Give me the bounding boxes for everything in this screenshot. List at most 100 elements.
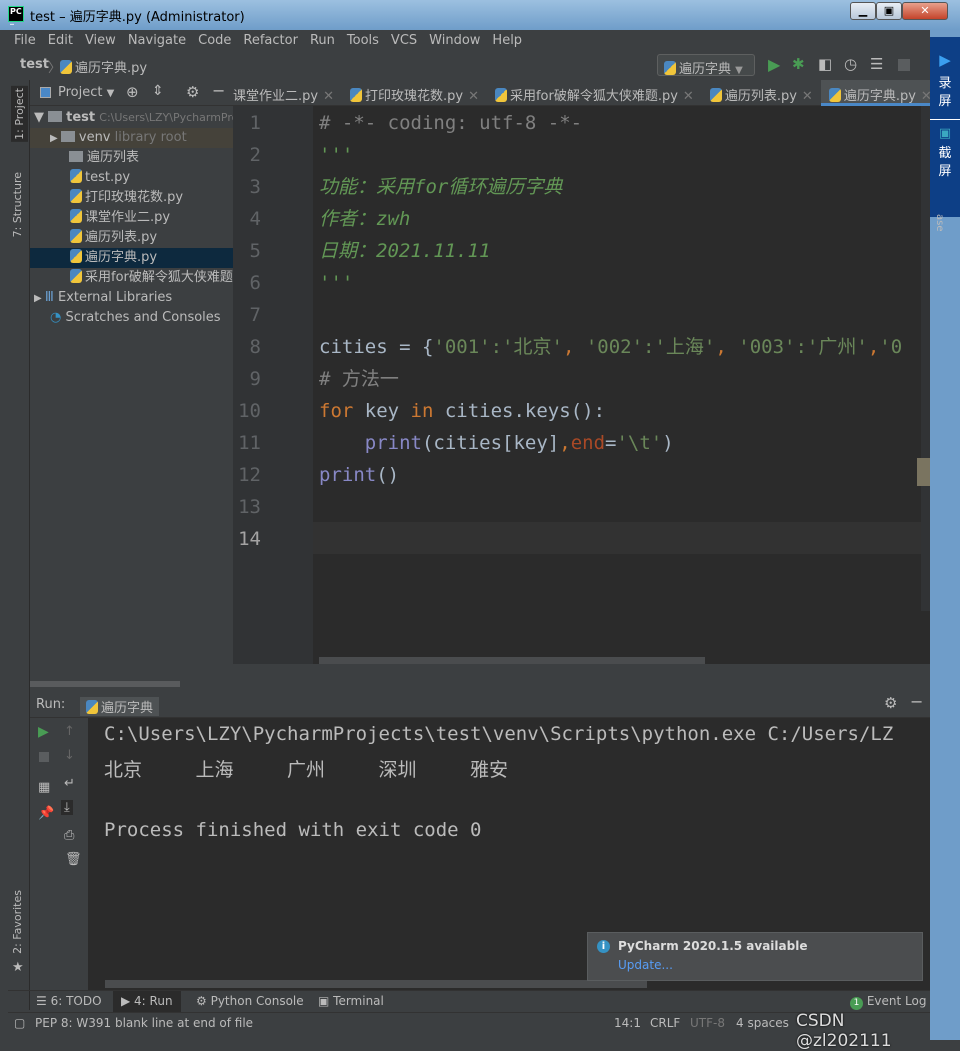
tool-favorites[interactable]: 2: Favorites <box>11 890 24 954</box>
info-icon: i <box>597 940 610 953</box>
menu-refactor[interactable]: Refactor <box>237 30 304 52</box>
tree-item-file-selected[interactable]: 遍历字典.py <box>30 248 233 268</box>
hide-icon[interactable]: − <box>910 692 923 711</box>
menu-edit[interactable]: Edit <box>42 30 79 52</box>
breadcrumb-project[interactable]: test <box>20 57 49 72</box>
screenshot-icon[interactable]: ▣ <box>930 119 960 141</box>
tab-file[interactable]: 课堂作业二.py ✕ <box>233 80 342 106</box>
update-link[interactable]: Update... <box>618 958 673 972</box>
error-stripe-marker[interactable] <box>917 458 930 486</box>
title-bar: PC _ test – 遍历字典.py (Administrator) ▁ ▣ ✕ <box>0 0 960 30</box>
run-config-select[interactable]: 遍历字典 ▼ <box>657 54 755 77</box>
maximize-button[interactable]: ▣ <box>876 2 902 20</box>
tree-item-external-libraries[interactable]: ▶ Ⅲ External Libraries <box>30 288 233 308</box>
expanded-arrow-icon: ▼ <box>34 110 49 125</box>
menu-view[interactable]: View <box>79 30 122 52</box>
hide-icon[interactable]: − <box>212 81 225 100</box>
menu-vcs[interactable]: VCS <box>385 30 423 52</box>
soft-wrap-icon[interactable]: ↵ <box>64 776 75 791</box>
tree-item-test[interactable]: ▼ test C:\Users\LZY\PycharmProjects\test <box>30 108 233 128</box>
profile-icon[interactable]: ◷ <box>844 55 857 73</box>
update-notification[interactable]: i PyCharm 2020.1.5 available Update... <box>587 932 923 981</box>
tool-structure[interactable]: 7: Structure <box>11 172 24 237</box>
menu-window[interactable]: Window <box>423 30 486 52</box>
tab-file[interactable]: 打印玫瑰花数.py ✕ <box>342 80 487 106</box>
project-view-select[interactable]: Project ▼ <box>58 85 114 100</box>
layout-icon[interactable]: ▦ <box>38 780 50 795</box>
chevron-down-icon: ▼ <box>735 65 743 76</box>
code-line-9: # 方法一 <box>319 368 399 390</box>
gear-icon[interactable]: ⚙ <box>884 694 897 712</box>
tree-item-file[interactable]: test.py <box>30 168 233 188</box>
print-icon[interactable]: ⎙ <box>64 828 74 843</box>
record-screen-button[interactable]: 录屏 <box>938 75 952 111</box>
line-separator[interactable]: CRLF <box>650 1016 680 1030</box>
run-toolbar: ▶ ↑ ↓ ▦ ↵ ⤓ 📌 ⎙ 🗑 <box>30 718 88 990</box>
code-line-1: # -*- coding: utf-8 -*- <box>319 112 583 134</box>
console-output-line: Process finished with exit code 0 <box>104 819 482 841</box>
stop-icon[interactable] <box>39 752 49 762</box>
stop-icon[interactable] <box>898 59 910 71</box>
tab-file[interactable]: 采用for破解令狐大侠难题.py ✕ <box>487 80 702 106</box>
caret-position[interactable]: 14:1 <box>614 1016 641 1030</box>
close-tab-icon[interactable]: ✕ <box>802 89 813 104</box>
python-console-tab[interactable]: ⚙ Python Console <box>196 994 304 1008</box>
project-panel-header: Project ▼ ⊕ ⇕ ⚙ − <box>30 80 233 106</box>
down-arrow-icon[interactable]: ↓ <box>64 748 75 763</box>
menu-navigate[interactable]: Navigate <box>122 30 192 52</box>
menu-run[interactable]: Run <box>304 30 341 52</box>
tree-item-file[interactable]: 打印玫瑰花数.py <box>30 188 233 208</box>
event-log-tab[interactable]: 1 Event Log <box>850 994 926 1010</box>
tree-item-folder[interactable]: 遍历列表 <box>30 148 233 168</box>
tab-file[interactable]: 遍历列表.py ✕ <box>702 80 821 106</box>
editor-vertical-scrollbar[interactable] <box>921 106 930 611</box>
coverage-icon[interactable]: ◧ <box>818 55 832 73</box>
tool-project[interactable]: 1: Project <box>11 86 28 142</box>
up-arrow-icon[interactable]: ↑ <box>64 724 75 739</box>
rerun-icon[interactable]: ▶ <box>38 724 49 740</box>
terminal-tab[interactable]: ▣ Terminal <box>318 994 384 1008</box>
line-number: 9 <box>249 368 261 390</box>
line-number: 14 <box>238 528 261 550</box>
concurrency-icon[interactable]: ☰ <box>870 55 883 73</box>
tree-item-file[interactable]: 采用for破解令狐大侠难题.py <box>30 268 233 288</box>
breadcrumb-file[interactable]: 遍历字典.py <box>60 57 147 76</box>
line-number: 13 <box>238 496 261 518</box>
menu-code[interactable]: Code <box>192 30 237 52</box>
tree-item-file[interactable]: 遍历列表.py <box>30 228 233 248</box>
minimize-button[interactable]: ▁ <box>850 2 876 20</box>
menu-tools[interactable]: Tools <box>341 30 385 52</box>
indent-setting[interactable]: 4 spaces <box>736 1016 789 1030</box>
pin-icon[interactable]: 📌 <box>38 806 54 821</box>
locate-icon[interactable]: ⊕ <box>126 83 139 101</box>
console-scrollbar[interactable] <box>105 980 647 988</box>
python-file-icon <box>60 60 72 74</box>
gear-icon[interactable]: ⚙ <box>186 83 199 101</box>
file-encoding[interactable]: UTF-8 <box>690 1016 725 1030</box>
run-tool-tab[interactable]: ▶ 4: Run <box>113 991 181 1013</box>
close-tab-icon[interactable]: ✕ <box>323 89 334 104</box>
close-tab-icon[interactable]: ✕ <box>468 89 479 104</box>
video-camera-icon[interactable]: ▶ <box>930 51 960 69</box>
code-line-12: print() <box>319 464 400 486</box>
tree-item-scratches[interactable]: ◔ Scratches and Consoles <box>30 308 233 328</box>
menu-file[interactable]: File <box>8 30 42 52</box>
tree-item-venv[interactable]: ▶ venv library root <box>30 128 233 148</box>
run-tab[interactable]: 遍历字典 <box>80 697 160 716</box>
close-button[interactable]: ✕ <box>902 2 948 20</box>
debug-icon[interactable]: ✱ <box>792 55 805 73</box>
tree-scrollbar[interactable] <box>30 681 180 687</box>
todo-tab[interactable]: ☰ 6: TODO <box>36 994 102 1008</box>
tab-file-active[interactable]: 遍历字典.py ✕ <box>820 80 940 106</box>
screenshot-button[interactable]: 截屏 <box>938 145 952 181</box>
close-tab-icon[interactable]: ✕ <box>683 89 694 104</box>
run-icon[interactable]: ▶ <box>768 55 780 74</box>
status-toggle-icon[interactable]: ▢ <box>14 1016 25 1030</box>
collapse-all-icon[interactable]: ⇕ <box>152 83 164 99</box>
menu-help[interactable]: Help <box>486 30 528 52</box>
code-editor[interactable]: 1 2 3 4 5 6 7 8 9 10 11 12 13 14 # -*- coding: utf-8 … <box>233 106 930 664</box>
scroll-to-end-icon[interactable]: ⤓ <box>61 800 73 815</box>
tree-item-file[interactable]: 课堂作业二.py <box>30 208 233 228</box>
trash-icon[interactable]: 🗑 <box>65 852 82 867</box>
editor-horizontal-scrollbar[interactable] <box>319 657 705 664</box>
